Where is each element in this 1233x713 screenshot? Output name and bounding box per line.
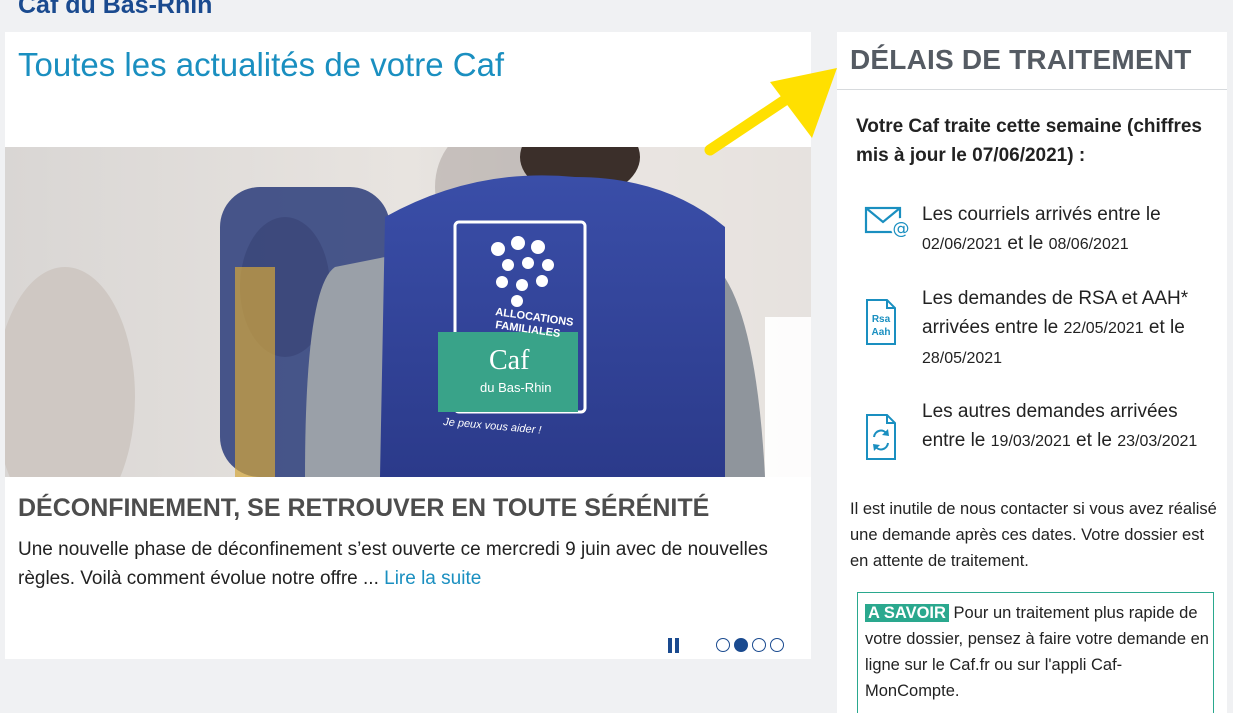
carousel-dot-3[interactable] bbox=[752, 638, 766, 652]
carousel-dot-2[interactable] bbox=[734, 638, 748, 652]
rsa-aah-icon: Rsa Aah bbox=[866, 299, 896, 345]
svg-text:@: @ bbox=[893, 219, 910, 239]
carousel-pause-button[interactable] bbox=[668, 638, 682, 654]
news-heading[interactable]: Toutes les actualités de votre Caf bbox=[18, 46, 504, 84]
svg-text:Caf: Caf bbox=[489, 345, 530, 376]
vest-label-3: Caf bbox=[489, 345, 530, 376]
document-refresh-icon bbox=[866, 414, 896, 460]
news-subtitle[interactable]: DÉCONFINEMENT, SE RETROUVER EN TOUTE SÉR… bbox=[18, 494, 709, 523]
news-text: Une nouvelle phase de déconfinement s’es… bbox=[18, 539, 768, 589]
processing-delays-panel: DÉLAIS DE TRAITEMENT Votre Caf traite ce… bbox=[837, 32, 1227, 713]
carousel-dots bbox=[716, 638, 784, 652]
site-title: Caf du Bas-Rhin bbox=[18, 0, 213, 19]
svg-text:Rsa: Rsa bbox=[872, 314, 891, 325]
email-icon: @ bbox=[864, 206, 911, 239]
divider bbox=[837, 89, 1227, 90]
svg-text:du Bas-Rhin: du Bas-Rhin bbox=[480, 380, 552, 395]
carousel-dot-1[interactable] bbox=[716, 638, 730, 652]
vest-label-4: du Bas-Rhin bbox=[480, 380, 552, 395]
read-more-link[interactable]: Lire la suite bbox=[384, 568, 481, 589]
news-panel: Toutes les actualités de votre Caf ALLOC… bbox=[5, 32, 811, 659]
info-box: A SAVOIR Pour un traitement plus rapide … bbox=[857, 592, 1214, 713]
yellow-arrow-icon bbox=[704, 68, 837, 156]
delays-title: DÉLAIS DE TRAITEMENT bbox=[850, 44, 1192, 75]
delays-note: Il est inutile de nous contacter si vous… bbox=[850, 500, 1217, 570]
svg-text:Aah: Aah bbox=[872, 327, 891, 338]
info-box-text: A SAVOIR Pour un traitement plus rapide … bbox=[865, 604, 1209, 700]
delay-item-text: Les demandes de RSA et AAH* arrivées ent… bbox=[922, 288, 1189, 367]
delay-item-text: Les autres demandes arrivées entre le 19… bbox=[922, 401, 1198, 451]
carousel-dot-4[interactable] bbox=[770, 638, 784, 652]
a-savoir-badge: A SAVOIR bbox=[865, 604, 949, 622]
news-photo[interactable]: ALLOCATIONS FAMILIALES Caf du Bas-Rhin J… bbox=[5, 147, 811, 477]
delay-item-text: Les courriels arrivés entre le 02/06/202… bbox=[922, 204, 1161, 254]
delays-intro: Votre Caf traite cette semaine (chiffres… bbox=[856, 116, 1202, 166]
